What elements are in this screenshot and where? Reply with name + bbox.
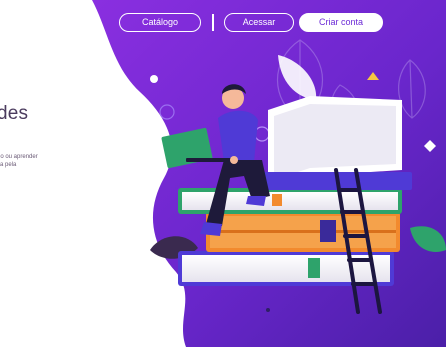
nav-separator — [212, 13, 214, 31]
top-nav: Catálogo Acessar Criar conta — [119, 12, 383, 32]
hero-subtext: no ou aprender ita pela — [0, 153, 67, 169]
hero-heading: des — [0, 103, 29, 124]
hero-subtext-line1: no ou aprender — [0, 154, 38, 160]
hero-subtext-line2: ita pela — [0, 162, 17, 168]
catalog-button[interactable]: Catálogo — [119, 12, 201, 32]
login-button[interactable]: Acessar — [224, 12, 294, 32]
landing-page: des no ou aprender ita pela Catálogo Ace… — [0, 0, 446, 347]
dot-white — [150, 75, 158, 83]
hero-illustration — [92, 0, 446, 347]
dot-bottom — [266, 308, 270, 312]
signup-button[interactable]: Criar conta — [299, 12, 383, 32]
